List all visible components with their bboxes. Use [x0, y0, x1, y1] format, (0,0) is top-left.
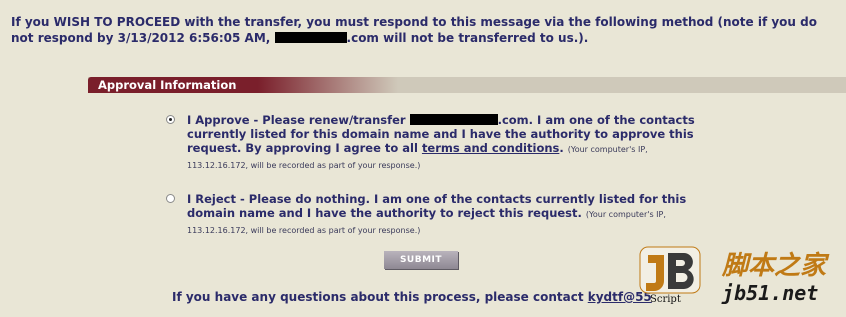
site-watermark: Script 脚本之家 jb51.net — [638, 243, 846, 317]
jb-logo-icon — [639, 246, 701, 294]
terms-link[interactable]: terms and conditions — [422, 141, 559, 155]
section-title: Approval Information — [88, 77, 258, 93]
approve-suffix: . — [559, 141, 564, 155]
approval-section-header: Approval Information — [88, 77, 846, 93]
watermark-chinese-text: 脚本之家 — [722, 251, 827, 281]
reject-radio[interactable] — [166, 194, 175, 203]
approve-text: I Approve - Please renew/transfer .com. … — [187, 113, 702, 173]
submit-button[interactable]: SUBMIT — [384, 251, 458, 269]
redacted-domain — [274, 32, 347, 43]
redacted-domain-approve — [409, 114, 498, 125]
watermark-script-label: Script — [650, 294, 681, 305]
reject-text: I Reject - Please do nothing. I am one o… — [187, 192, 702, 238]
approve-prefix: I Approve - Please renew/transfer — [187, 113, 410, 127]
header-gradient — [258, 77, 398, 93]
footer-text: If you have any questions about this pro… — [172, 290, 588, 304]
watermark-url: jb51.net — [722, 281, 819, 305]
approve-radio[interactable] — [166, 115, 175, 124]
intro-message: If you WISH TO PROCEED with the transfer… — [11, 14, 841, 46]
footer-contact: If you have any questions about this pro… — [172, 290, 652, 304]
intro-text-part2: .com will not be transferred to us.). — [346, 31, 589, 45]
